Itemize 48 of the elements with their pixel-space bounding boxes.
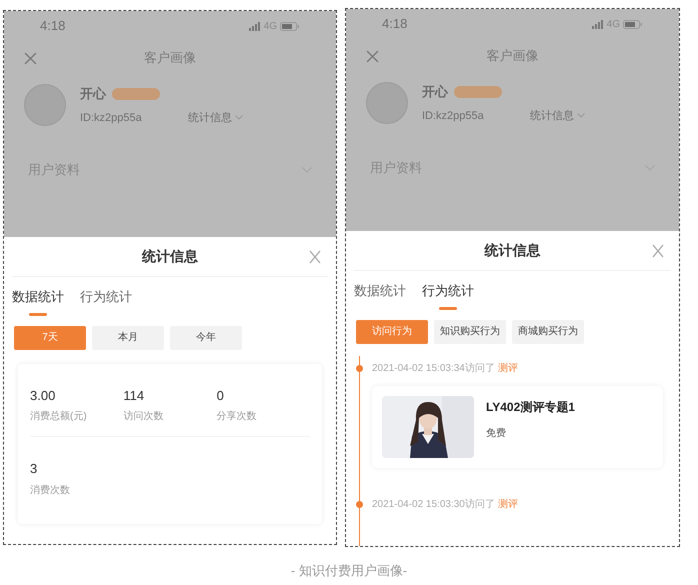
item-title: LY402测评专题1 xyxy=(486,398,575,416)
tag-badge xyxy=(112,88,160,100)
tab[interactable]: 行为统计 xyxy=(80,287,132,316)
stat-label: 消费次数 xyxy=(30,484,71,498)
stat-value: 0 xyxy=(216,386,225,404)
chevron-icon xyxy=(234,115,243,120)
filter-button[interactable]: 本月 xyxy=(92,326,164,350)
event-time: 2021-04-02 15:03:34访问了 xyxy=(372,362,495,376)
user-name: 开心 xyxy=(80,85,106,103)
sheet-title: 统计信息 xyxy=(142,247,198,266)
chevron-icon xyxy=(576,113,585,118)
user-id: ID:kz2pp55a xyxy=(80,110,142,126)
stat-value: 114 xyxy=(123,386,146,404)
filter-button[interactable]: 知识购买行为 xyxy=(434,320,506,344)
close-icon xyxy=(24,52,37,64)
content-card[interactable]: LY402测评专题1 免费 xyxy=(372,386,663,468)
page-title: 客户画像 xyxy=(486,47,538,66)
close-icon xyxy=(652,244,664,258)
close-button[interactable] xyxy=(651,243,665,259)
battery-icon xyxy=(623,20,643,28)
close-icon xyxy=(309,250,321,264)
tag-badge xyxy=(454,86,502,98)
item-price: 免费 xyxy=(486,426,507,440)
filter-button[interactable]: 商城购买行为 xyxy=(512,320,584,344)
filter-button[interactable]: 今年 xyxy=(170,326,242,350)
stat-label: 消费总额(元) xyxy=(30,410,88,424)
battery-icon xyxy=(280,22,300,30)
tab[interactable]: 行为统计 xyxy=(422,281,474,310)
signal-icon xyxy=(248,22,261,30)
sheet-title: 统计信息 xyxy=(484,241,540,260)
event-time: 2021-04-02 15:03:30访问了 xyxy=(372,498,495,512)
stat-value: 3 xyxy=(30,460,38,478)
stat-value: 3.00 xyxy=(30,386,56,404)
user-name: 开心 xyxy=(422,83,448,101)
status-time: 4:18 xyxy=(40,17,66,36)
status-time: 4:18 xyxy=(382,15,408,34)
user-id: ID:kz2pp55a xyxy=(422,108,484,124)
close-button[interactable] xyxy=(308,249,322,265)
page-title: 客户画像 xyxy=(144,49,196,68)
close-icon xyxy=(366,50,379,62)
tab[interactable]: 数据统计 xyxy=(12,287,64,316)
stat-label: 分享次数 xyxy=(216,410,258,424)
tab[interactable]: 数据统计 xyxy=(354,281,406,310)
avatar xyxy=(366,82,408,124)
avatar xyxy=(24,84,66,126)
signal-icon xyxy=(592,20,604,28)
caption: - 知识付费用户画像- xyxy=(290,562,408,580)
stat-label: 访问次数 xyxy=(123,410,164,424)
